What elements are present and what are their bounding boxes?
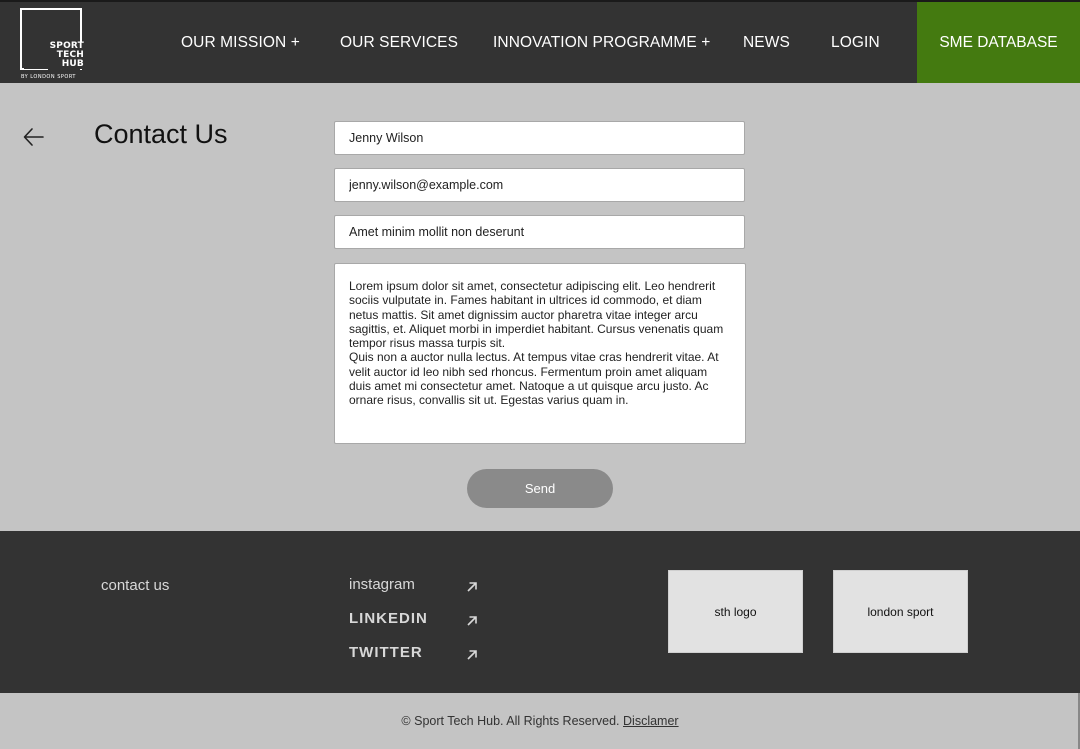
external-link-arrow-icon[interactable] (466, 580, 478, 592)
sport-tech-hub-logo[interactable]: SPORT TECH HUB BY LONDON SPORT (20, 8, 84, 80)
logo-wordmark: SPORT TECH HUB (24, 42, 84, 69)
nav-our-services[interactable]: OUR SERVICES (340, 34, 458, 52)
send-button[interactable]: Send (467, 469, 613, 508)
site-footer: contact us instagram LINKEDIN TWITTER st… (0, 531, 1080, 693)
copyright-text: © Sport Tech Hub. All Rights Reserved. D… (0, 714, 1080, 728)
london-sport-logo-placeholder: london sport (833, 570, 968, 653)
footer-contact-us-link[interactable]: contact us (101, 577, 169, 594)
logo-line-hub: HUB (61, 59, 84, 69)
subject-field[interactable] (334, 215, 745, 249)
copyright-label: © Sport Tech Hub. All Rights Reserved. (401, 714, 620, 728)
site-header: SPORT TECH HUB BY LONDON SPORT OUR MISSI… (0, 0, 1080, 83)
twitter-link[interactable]: TWITTER (349, 644, 423, 661)
disclaimer-link[interactable]: Disclamer (623, 714, 679, 728)
email-field[interactable] (334, 168, 745, 202)
nav-our-mission[interactable]: OUR MISSION + (181, 34, 300, 52)
name-field[interactable] (334, 121, 745, 155)
nav-news[interactable]: NEWS (743, 34, 790, 52)
page-title: Contact Us (94, 119, 228, 149)
logo-subtitle: BY LONDON SPORT (21, 74, 76, 80)
sth-logo-placeholder: sth logo (668, 570, 803, 653)
instagram-link[interactable]: instagram (349, 576, 415, 593)
arrow-left-icon[interactable] (22, 125, 46, 149)
copyright-bar: © Sport Tech Hub. All Rights Reserved. D… (0, 693, 1080, 749)
external-link-arrow-icon[interactable] (466, 648, 478, 660)
nav-login[interactable]: LOGIN (831, 34, 880, 52)
external-link-arrow-icon[interactable] (466, 614, 478, 626)
message-field[interactable]: Lorem ipsum dolor sit amet, consectetur … (334, 263, 746, 444)
nav-innovation-programme[interactable]: INNOVATION PROGRAMME + (493, 34, 710, 52)
nav-sme-database-button[interactable]: SME DATABASE (917, 2, 1080, 83)
linkedin-link[interactable]: LINKEDIN (349, 610, 428, 627)
